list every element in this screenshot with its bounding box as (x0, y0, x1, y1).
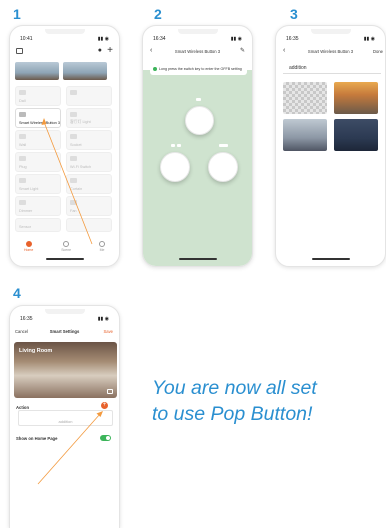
step-number-4: 4 (13, 285, 21, 301)
phone-notch (177, 29, 218, 34)
hint-text: Long press the switch key to enter the O… (159, 67, 242, 71)
edit-icon[interactable]: ✎ (240, 47, 245, 54)
info-icon (153, 67, 157, 71)
search-input[interactable]: addition (283, 62, 381, 74)
step-number-2: 2 (154, 6, 162, 22)
home-indicator (178, 257, 217, 260)
done-button[interactable]: Done (373, 49, 383, 54)
signal-icon: ▮▮ ◉ (363, 36, 375, 42)
image-thumb-building[interactable] (334, 82, 378, 114)
image-thumb-transparent[interactable] (283, 82, 327, 114)
button-long-press[interactable] (208, 152, 238, 182)
status-bar: 16:35 ▮▮ ◉ (286, 36, 375, 44)
button-double-press[interactable] (160, 152, 190, 182)
phone-image-picker: 16:35 ▮▮ ◉ ‹ Smart Wireless Button 3 Don… (275, 25, 386, 267)
indicator-long (219, 144, 228, 147)
arrow-annotation (41, 118, 93, 245)
page-title: Smart Wireless Button 3 (307, 49, 354, 54)
status-time: 16:35 (286, 36, 299, 42)
phone-notch (310, 29, 351, 34)
image-thumb-city[interactable] (283, 119, 327, 151)
hint-banner: Long press the switch key to enter the O… (150, 63, 247, 75)
indicator-double (177, 144, 181, 147)
signal-icon: ▮▮ ◉ (230, 36, 242, 42)
step-number-1: 1 (13, 6, 21, 22)
status-time: 16:34 (153, 36, 166, 42)
home-indicator (311, 257, 350, 260)
indicator-single (196, 98, 201, 101)
status-bar: 16:34 ▮▮ ◉ (153, 36, 242, 44)
arrow-annotation (37, 411, 103, 485)
completion-message-line2: to use Pop Button! (152, 403, 313, 425)
button-single-press[interactable] (185, 106, 214, 135)
image-thumb-night[interactable] (334, 119, 378, 151)
page-title: Smart Wireless Button 3 (174, 49, 221, 54)
completion-message-line1: You are now all set (152, 377, 317, 399)
phone-button-control: 16:34 ▮▮ ◉ ‹ Smart Wireless Button 3 ✎ L… (142, 25, 253, 267)
indicator-double (171, 144, 175, 147)
phone-home-screen: 10:41 ▮▮ ◉ ● + Dall Smart Wireless Butto… (9, 25, 120, 267)
phone-smart-settings: 16:35 ▮▮ ◉ Cancel Smart Settings Save Li… (9, 305, 120, 528)
step-number-3: 3 (290, 6, 298, 22)
search-value: addition (289, 65, 307, 71)
